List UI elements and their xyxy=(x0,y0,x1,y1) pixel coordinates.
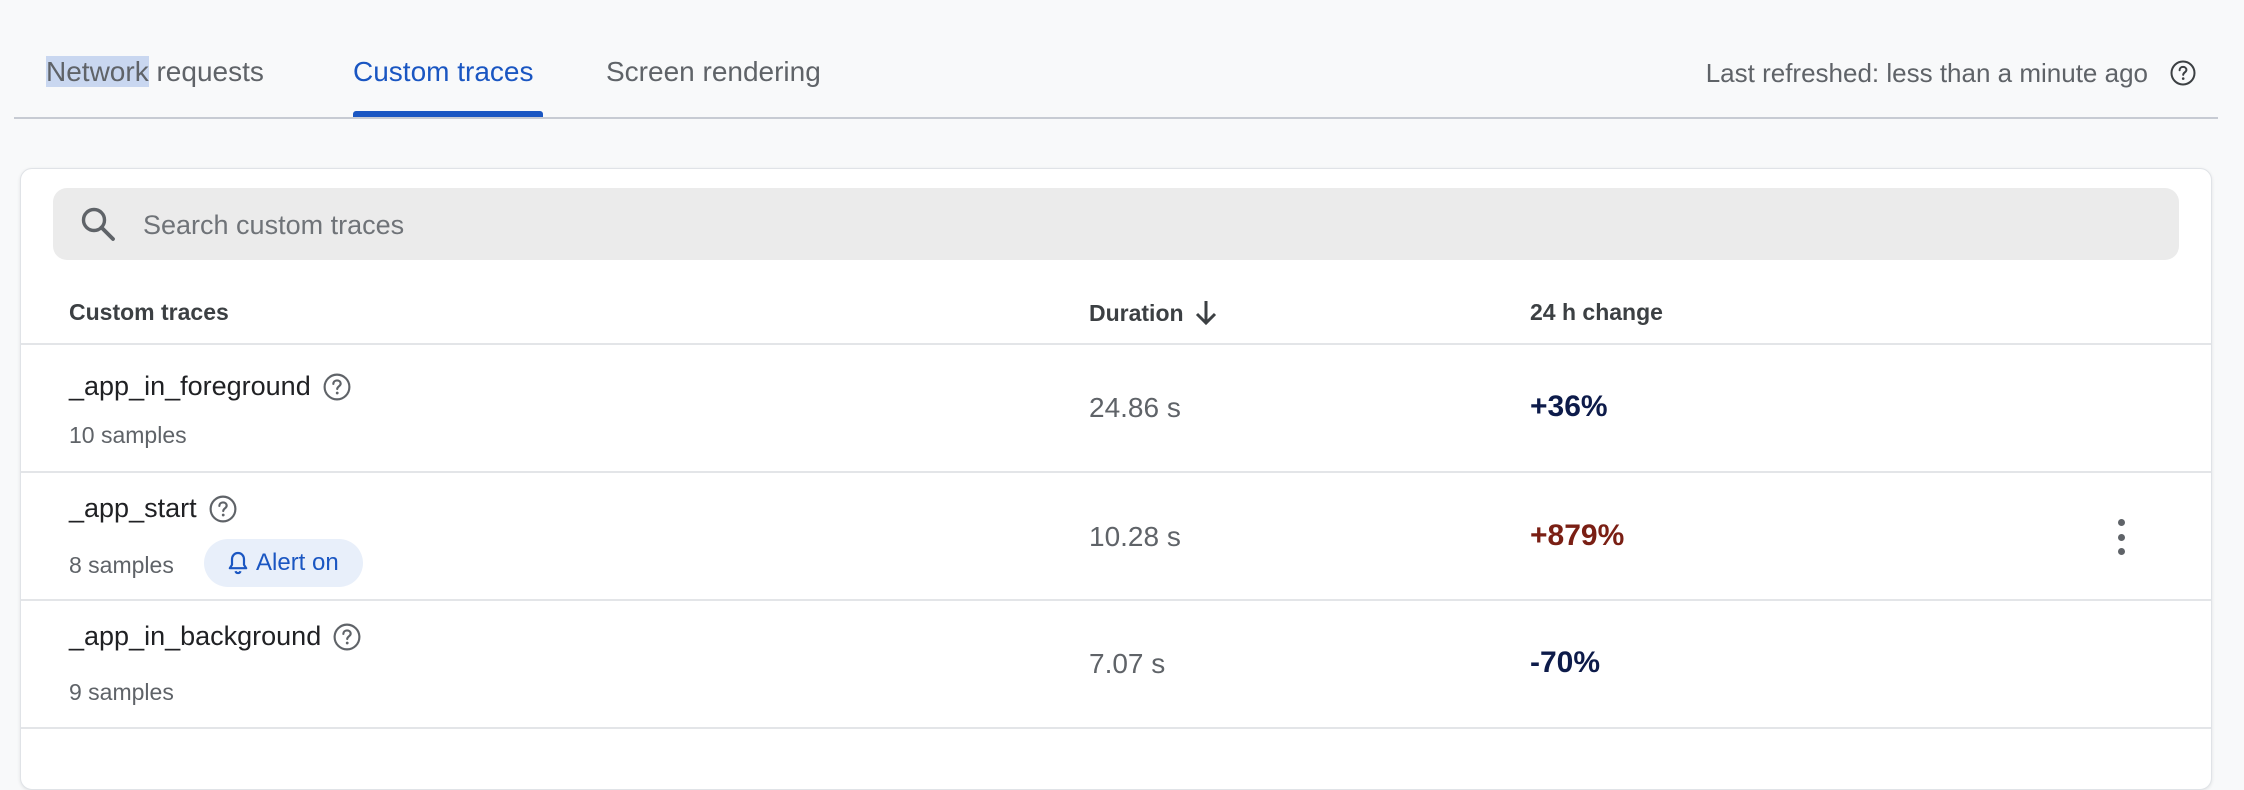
arrow-down-icon xyxy=(1195,301,1216,326)
trace-name-text: _app_in_foreground xyxy=(69,371,311,401)
search-icon xyxy=(81,207,115,241)
bell-icon xyxy=(228,551,248,575)
sample-count: 10 samples xyxy=(69,422,187,448)
column-header-change[interactable]: 24 h change xyxy=(1530,299,1663,326)
kebab-dot xyxy=(2117,548,2125,555)
alert-chip-label: Alert on xyxy=(256,549,339,576)
duration-value: 10.28 s xyxy=(1089,521,1181,552)
column-header-duration-label: Duration xyxy=(1089,299,1184,326)
trace-name: _app_start xyxy=(69,493,237,524)
duration-value: 7.07 s xyxy=(1089,648,1166,679)
tab-screen-rendering[interactable]: Screen rendering xyxy=(606,56,821,88)
trace-name-text: _app_start xyxy=(69,493,197,523)
custom-traces-card: Custom traces Duration 24 h change _app_… xyxy=(20,168,2212,790)
tab-network-requests[interactable]: Network requests xyxy=(46,56,264,88)
search-bar[interactable] xyxy=(53,188,2179,262)
change-value: +879% xyxy=(1530,519,1625,552)
search-input[interactable] xyxy=(141,188,2125,262)
table-row[interactable]: _app_in_background 9 samples 7.07 s -70% xyxy=(21,601,2211,729)
table-row[interactable]: _app_start 8 samples Alert on 10.28 s +8… xyxy=(21,473,2211,601)
column-header-name[interactable]: Custom traces xyxy=(69,299,229,326)
trace-name: _app_in_foreground xyxy=(69,371,351,402)
change-value: -70% xyxy=(1530,646,1601,679)
tabs-bar: Network requests Custom traces Screen re… xyxy=(14,0,2218,119)
kebab-dot xyxy=(2117,519,2125,526)
tab-custom-traces[interactable]: Custom traces xyxy=(353,56,534,88)
last-refreshed-text: Last refreshed: less than a minute ago xyxy=(1705,58,2148,88)
table-row[interactable]: _app_in_foreground 10 samples 24.86 s +3… xyxy=(21,345,2211,473)
trace-name-text: _app_in_background xyxy=(69,621,322,651)
active-tab-indicator xyxy=(353,111,543,117)
trace-name: _app_in_background xyxy=(69,621,361,652)
duration-value: 24.86 s xyxy=(1089,392,1181,423)
help-circle-icon[interactable] xyxy=(209,495,237,523)
sample-count: 9 samples xyxy=(69,679,174,705)
tab-label-selected-text: Network xyxy=(46,56,149,87)
kebab-dot xyxy=(2117,533,2125,541)
help-circle-icon[interactable] xyxy=(2170,60,2196,86)
sample-count: 8 samples xyxy=(69,552,174,578)
more-options-icon[interactable] xyxy=(2111,517,2131,557)
column-header-duration[interactable]: Duration xyxy=(1089,299,1218,327)
help-circle-icon[interactable] xyxy=(323,373,351,401)
change-value: +36% xyxy=(1530,390,1608,423)
tab-label-rest: requests xyxy=(148,56,264,87)
alert-on-chip[interactable]: Alert on xyxy=(204,539,363,587)
help-circle-icon[interactable] xyxy=(333,623,361,651)
